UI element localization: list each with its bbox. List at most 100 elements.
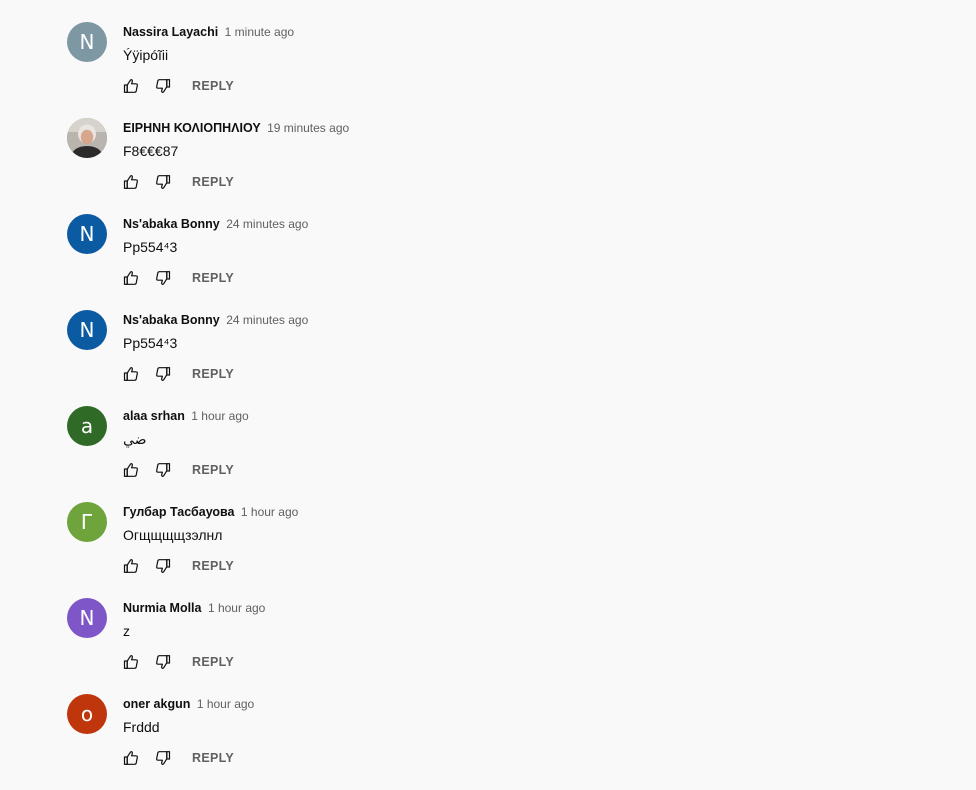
comment-header: Ns'abaka Bonny 24 minutes ago [123,216,308,232]
dislike-button[interactable] [153,268,173,288]
comment-thread: o oner akgun 1 hour ago Frddd REPLY [0,672,976,768]
comment-timestamp[interactable]: 24 minutes ago [226,217,308,231]
comment-timestamp[interactable]: 1 hour ago [241,505,298,519]
dislike-button[interactable] [153,652,173,672]
comment-header: Ns'abaka Bonny 24 minutes ago [123,312,308,328]
reply-button[interactable]: REPLY [192,367,234,381]
like-button[interactable] [121,364,141,384]
reply-button[interactable]: REPLY [192,751,234,765]
like-button[interactable] [121,268,141,288]
comment-thread: N Nassira Layachi 1 minute ago Ýÿipóĩii [0,0,976,96]
comment-thread: N Nurmia Molla 1 hour ago z REPLY [0,576,976,672]
author-name[interactable]: Ns'abaka Bonny [123,217,220,231]
thumbs-down-icon [156,175,171,189]
thumbs-up-icon [123,79,138,93]
reply-button[interactable]: REPLY [192,271,234,285]
thumbs-up-icon [123,751,138,765]
comment-text: z [123,623,130,639]
comment-text: Pp554⁴3 [123,239,178,255]
like-button[interactable] [121,652,141,672]
reply-button[interactable]: REPLY [192,655,234,669]
comments-list: N Nassira Layachi 1 minute ago Ýÿipóĩii [0,0,976,790]
thumbs-up-icon [123,559,138,573]
comment-timestamp[interactable]: 1 hour ago [191,409,248,423]
comment-actions: REPLY [121,171,234,193]
comment-header: Nassira Layachi 1 minute ago [123,24,294,40]
like-button[interactable] [121,748,141,768]
comment-timestamp[interactable]: 1 minute ago [225,25,294,39]
avatar[interactable]: Г [67,502,107,542]
dislike-button[interactable] [153,460,173,480]
dislike-button[interactable] [153,556,173,576]
like-button[interactable] [121,76,141,96]
avatar[interactable]: o [67,694,107,734]
dislike-button[interactable] [153,172,173,192]
like-button[interactable] [121,556,141,576]
comment-header: Гулбар Тасбауова 1 hour ago [123,504,298,520]
like-button[interactable] [121,172,141,192]
comment-text: Pp554⁴3 [123,335,178,351]
comment-thread: N Ns'abaka Bonny 24 minutes ago Pp554⁴3 [0,192,976,288]
avatar[interactable]: N [67,214,107,254]
comment-actions: REPLY [121,267,234,289]
thumbs-up-icon [123,271,138,285]
comment-timestamp[interactable]: 24 minutes ago [226,313,308,327]
thumbs-up-icon [123,175,138,189]
author-name[interactable]: ΕΙΡΗΝΗ ΚΟΛΙΟΠΗΛΙΟΥ [123,121,261,135]
avatar[interactable] [67,118,107,158]
avatar[interactable]: N [67,598,107,638]
thumbs-down-icon [156,367,171,381]
comment-thread: ΕΙΡΗΝΗ ΚΟΛΙΟΠΗΛΙΟΥ 19 minutes ago F8€€€8… [0,96,976,192]
comment-actions: REPLY [121,651,234,673]
thumbs-down-icon [156,559,171,573]
comment-header: alaa srhan 1 hour ago [123,408,249,424]
profile-photo [67,118,107,158]
thumbs-down-icon [156,463,171,477]
author-name[interactable]: oner akgun [123,697,190,711]
author-name[interactable]: Гулбар Тасбауова [123,505,234,519]
reply-button[interactable]: REPLY [192,175,234,189]
dislike-button[interactable] [153,748,173,768]
comment-actions: REPLY [121,75,234,97]
comment-text: F8€€€87 [123,143,179,159]
comment-timestamp[interactable]: 1 hour ago [208,601,265,615]
comment-thread: a alaa srhan 1 hour ago ضي REPLY [0,384,976,480]
comment-text: ضي [123,431,147,447]
avatar-letter: Г [80,510,94,534]
like-button[interactable] [121,460,141,480]
comment-text: Ýÿipóĩii [123,47,169,63]
thumbs-down-icon [156,751,171,765]
avatar[interactable]: N [67,22,107,62]
thumbs-up-icon [123,463,138,477]
comment-actions: REPLY [121,747,234,769]
reply-button[interactable]: REPLY [192,79,234,93]
comment-timestamp[interactable]: 19 minutes ago [267,121,349,135]
reply-button[interactable]: REPLY [192,463,234,477]
author-name[interactable]: Nassira Layachi [123,25,218,39]
dislike-button[interactable] [153,364,173,384]
avatar-letter: a [80,414,94,438]
thumbs-down-icon [156,79,171,93]
dislike-button[interactable] [153,76,173,96]
avatar-letter: o [80,702,94,726]
comment-actions: REPLY [121,459,234,481]
comment-text: Frddd [123,719,160,735]
thumbs-down-icon [156,655,171,669]
thumbs-up-icon [123,655,138,669]
author-name[interactable]: Ns'abaka Bonny [123,313,220,327]
comment-timestamp[interactable]: 1 hour ago [197,697,254,711]
comment-text: Огщщщщзэлнл [123,527,223,543]
reply-button[interactable]: REPLY [192,559,234,573]
avatar[interactable]: a [67,406,107,446]
author-name[interactable]: Nurmia Molla [123,601,202,615]
comment-thread: Г Гулбар Тасбауова 1 hour ago Огщщщщзэлн… [0,480,976,576]
comment-header: Nurmia Molla 1 hour ago [123,600,265,616]
avatar[interactable]: N [67,310,107,350]
comment-actions: REPLY [121,555,234,577]
comment-header: ΕΙΡΗΝΗ ΚΟΛΙΟΠΗΛΙΟΥ 19 minutes ago [123,120,349,136]
comment-actions: REPLY [121,363,234,385]
comment-header: oner akgun 1 hour ago [123,696,254,712]
avatar-letter: N [79,606,95,630]
author-name[interactable]: alaa srhan [123,409,185,423]
thumbs-up-icon [123,367,138,381]
